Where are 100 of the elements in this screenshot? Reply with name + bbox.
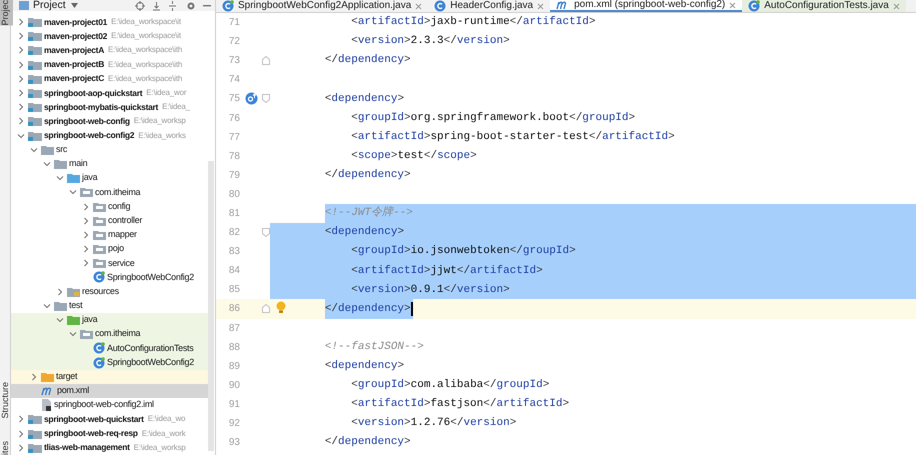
tree-item[interactable]: main [11, 156, 208, 172]
tree-item-label: AutoConfigurationTests [107, 342, 194, 355]
tool-window-tab[interactable]: ites [0, 440, 10, 455]
close-icon[interactable] [415, 2, 422, 10]
close-icon[interactable] [892, 2, 900, 10]
close-icon[interactable] [537, 2, 544, 10]
line-number: 84 [228, 264, 240, 278]
tree-item[interactable]: springboot-web-quickstart E:\idea_wo [11, 412, 208, 426]
code-line: <scope>test</scope> [351, 148, 477, 164]
tree-item[interactable]: com.itheima [11, 185, 208, 200]
folder-icon [93, 216, 106, 226]
tree-item[interactable]: springboot-web-config E:\idea_worksp [11, 114, 208, 128]
expand-all-icon[interactable] [152, 0, 161, 10]
lightbulb-icon[interactable] [276, 301, 286, 314]
editor-tab[interactable]: pom.xml (springboot-web-config2) [550, 0, 742, 12]
code-line: <artifactId>jaxb-runtime</artifactId> [351, 15, 596, 30]
tree-item[interactable]: src [11, 142, 208, 157]
panel-title[interactable]: Project [33, 0, 66, 11]
line-number: 88 [228, 340, 240, 355]
locate-icon[interactable] [135, 0, 145, 10]
tree-item[interactable]: springboot-aop-quickstart E:\idea_wor [11, 86, 208, 100]
tree-item[interactable]: maven-projectB E:\idea_workspace\ith [11, 58, 208, 72]
tree-item-label: main [69, 157, 88, 170]
editor-tab[interactable]: HeaderConfig.java [428, 0, 550, 12]
code-line: <artifactId>spring-boot-starter-test</artifactId> [351, 130, 675, 145]
line-number: 85 [228, 283, 240, 298]
folder-icon [93, 258, 106, 268]
tree-item[interactable]: springboot-web-config2.iml [11, 398, 208, 412]
tree-item[interactable]: java [11, 312, 208, 328]
fold-marker-icon[interactable] [262, 228, 270, 238]
tree-item-label: springboot-web-config2 [44, 129, 134, 142]
line-number: 71 [228, 16, 240, 30]
editor-tab[interactable]: AutoConfigurationTests.java [742, 0, 906, 12]
tree-item[interactable]: java [11, 171, 208, 186]
line-number: 78 [228, 150, 240, 164]
tree-item[interactable]: maven-projectA E:\idea_workspace\ith [11, 43, 208, 58]
tree-item-label: test [69, 299, 82, 312]
tree-item[interactable]: resources [11, 284, 208, 299]
line-number: 86 [228, 302, 240, 316]
tree-item[interactable]: mapper [11, 228, 208, 242]
editor-tab[interactable]: SpringbootWebConfig2Application.java [216, 0, 428, 12]
tree-item[interactable]: maven-project01 E:\idea_workspace\it [11, 15, 208, 30]
tree-item[interactable]: pom.xml [11, 384, 208, 398]
folder-icon [80, 329, 93, 340]
line-number: 74 [228, 73, 240, 88]
folder-icon [93, 244, 106, 254]
tree-item[interactable]: springboot-web-config2 E:\idea_works [11, 128, 208, 143]
tree-item[interactable]: springboot-mybatis-quickstart E:\idea_ [11, 100, 208, 114]
chevron-right-icon[interactable] [30, 372, 38, 381]
fold-marker-icon[interactable] [262, 94, 270, 104]
tree-item-label: springboot-mybatis-quickstart [44, 100, 158, 114]
scrollbar-thumb[interactable] [208, 161, 214, 451]
code-line: </dependency> [324, 435, 411, 450]
code-line: <version>2.3.3</version> [351, 34, 510, 50]
override-marker-icon[interactable] [244, 92, 258, 106]
tree-item[interactable]: pojo [11, 242, 208, 256]
line-number: 75 [228, 92, 240, 106]
tree-item-label: maven-project02 [44, 30, 108, 43]
module-path: E:\idea_works [138, 130, 186, 142]
tree-item[interactable]: springboot-web-req-resp E:\idea_work [11, 426, 208, 441]
tree-item[interactable]: SpringbootWebConfig2 [11, 270, 208, 285]
tree-item-label: maven-projectA [44, 44, 104, 57]
dropdown-caret-icon[interactable] [70, 3, 78, 8]
tree-item-label: springboot-web-req-resp [44, 427, 138, 440]
tree-item[interactable]: SpringbootWebConfig2 [11, 356, 208, 370]
code-line: <version>1.2.76</version> [351, 416, 516, 432]
module-folder-icon [28, 45, 42, 56]
line-number: 92 [228, 417, 240, 432]
code-line: <artifactId>fastjson</artifactId> [351, 397, 570, 412]
tree-item[interactable]: controller [11, 214, 208, 228]
fold-marker-icon[interactable] [262, 304, 270, 314]
line-number: 81 [228, 206, 240, 221]
tree-item[interactable]: com.itheima [11, 327, 208, 342]
tree-item[interactable]: test [11, 298, 208, 313]
line-number: 89 [228, 360, 240, 374]
line-number: 83 [228, 245, 240, 260]
close-icon[interactable] [729, 2, 736, 8]
collapse-all-icon[interactable] [168, 0, 177, 10]
tree-item-label: tlias-web-management [44, 441, 130, 454]
tree-item[interactable]: maven-projectC E:\idea_workspace\ith [11, 72, 208, 86]
folder-icon [67, 286, 80, 297]
module-path: E:\idea_workspace\ith [108, 72, 182, 85]
tool-window-tab[interactable]: Projec [0, 0, 12, 26]
fold-marker-icon[interactable] [262, 56, 270, 66]
module-folder-icon [28, 74, 42, 84]
tree-item[interactable]: target [11, 370, 208, 384]
tool-window-tab[interactable]: Structure [0, 382, 10, 419]
tree-item[interactable]: AutoConfigurationTests [11, 341, 208, 356]
minimize-icon[interactable] [203, 4, 211, 6]
tree-item[interactable]: tlias-web-management E:\idea_worksp [11, 440, 208, 455]
tree-item[interactable]: service [11, 256, 208, 270]
module-folder-icon [28, 428, 42, 439]
module-path: E:\idea_wor [146, 87, 186, 100]
tree-item[interactable]: maven-project02 E:\idea_workspace\it [11, 29, 208, 44]
folder-icon [93, 230, 106, 240]
settings-icon[interactable] [186, 0, 196, 10]
code-line: <groupId>com.alibaba</groupId> [351, 378, 550, 394]
tree-item[interactable]: config [11, 199, 208, 214]
chevron-right-icon[interactable] [56, 288, 64, 296]
module-path: E:\idea_workspace\ith [108, 58, 182, 71]
